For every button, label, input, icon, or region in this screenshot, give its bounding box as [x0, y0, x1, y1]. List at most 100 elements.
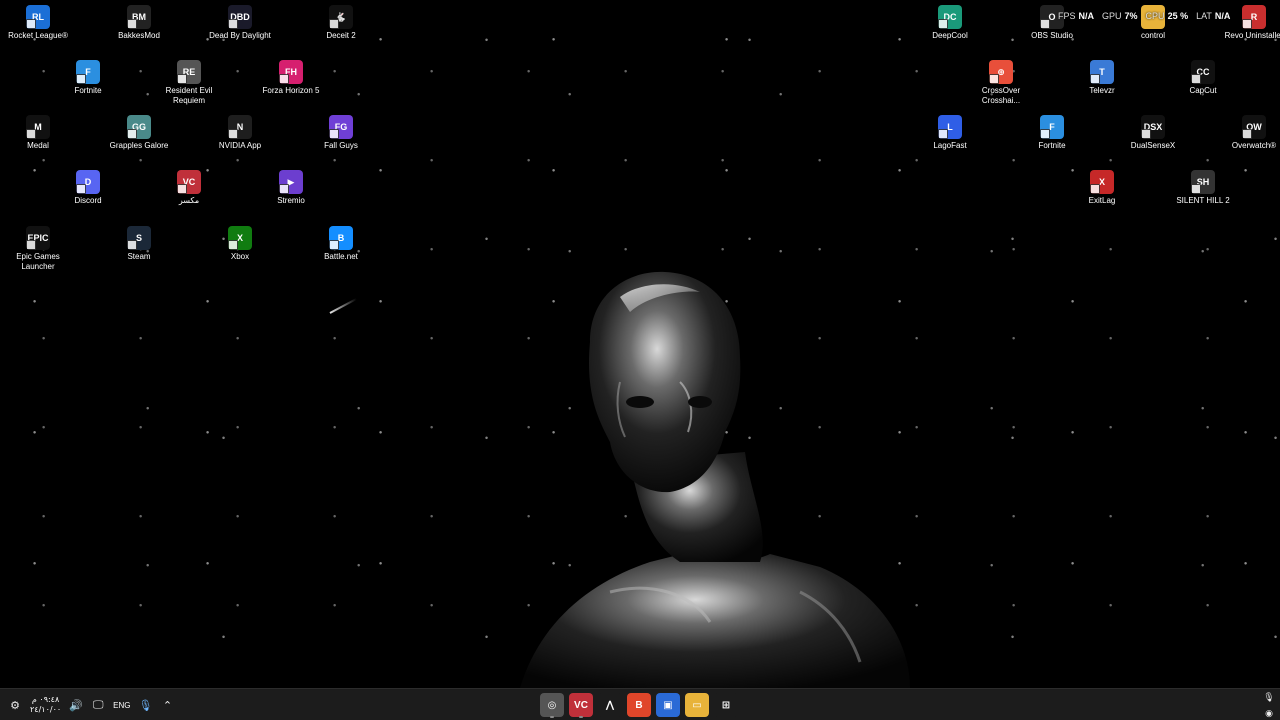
fortnite-icon: F [76, 60, 100, 84]
desktop-shortcut[interactable]: T Televzr [1065, 60, 1139, 96]
shortcut-label: Forza Horizon 5 [262, 86, 320, 95]
arrow-app-icon[interactable]: ⋀ [598, 693, 622, 717]
battlenet-icon: B [329, 226, 353, 250]
shortcut-label: Epic Games Launcher [16, 252, 60, 271]
desktop-shortcut[interactable]: M Medal [1, 115, 75, 151]
latency-readout: LAT N/A [1196, 11, 1231, 21]
taskbar: ⚙ ٠٩:٤٨ م ٢٤/١٠/٠٠ 🔊 🖵 ENG 🎙 ⌃ ◎ VC ⋀ B ▣ ▭ ⊞ … [0, 688, 1280, 720]
bakkesmod-icon: BM [127, 5, 151, 29]
start-icon[interactable]: ⊞ [714, 693, 738, 717]
tray-right: 🎙 ◉ [1262, 689, 1276, 720]
desktop-shortcut[interactable]: FG Fall Guys [304, 115, 378, 151]
file-explorer-icon[interactable]: ▭ [685, 693, 709, 717]
cpu-readout: CPU 25 % [1145, 11, 1189, 21]
stremio-icon: ▶ [279, 170, 303, 194]
language-indicator[interactable]: ENG [113, 701, 130, 710]
desktop-shortcut[interactable]: S Steam [102, 226, 176, 262]
network-icon[interactable]: 🖵 [91, 698, 105, 712]
shortcut-label: Fortnite [74, 86, 102, 95]
desktop-shortcut[interactable]: GG Grapples Galore [102, 115, 176, 151]
microphone-icon[interactable]: 🎙 [139, 698, 153, 712]
gear-icon[interactable]: ⚙ [8, 698, 22, 712]
app-glyph: VC [574, 699, 588, 711]
desktop-shortcut[interactable]: RE Resident Evil Requiem [152, 60, 226, 106]
brave-browser-icon[interactable]: B [627, 693, 651, 717]
fall-guys-icon: FG [329, 115, 353, 139]
deceit-icon: 🐇 [329, 5, 353, 29]
microsoft-store-icon[interactable]: ▣ [656, 693, 680, 717]
shortcut-label: Televzr [1089, 86, 1115, 95]
dead-by-daylight-icon: DBD [228, 5, 252, 29]
crossover-taskbar-icon[interactable]: ◎ [540, 693, 564, 718]
shortcut-label: Fall Guys [324, 141, 358, 150]
desktop-shortcut[interactable]: OW Overwatch® [1217, 115, 1280, 151]
shortcut-label: Fortnite [1038, 141, 1066, 150]
desktop-shortcut[interactable]: DSX DualSenseX [1116, 115, 1190, 151]
clock[interactable]: ٠٩:٤٨ م ٢٤/١٠/٠٠ [30, 695, 61, 715]
shortcut-label: DeepCool [932, 31, 968, 40]
desktop[interactable]: RL Rocket League® BM BakkesMod DBD Dead By Da… [0, 0, 1280, 688]
system-tray: ⚙ ٠٩:٤٨ م ٢٤/١٠/٠٠ 🔊 🖵 ENG 🎙 ⌃ [8, 689, 175, 720]
shortcut-label: OBS Studio [1031, 31, 1073, 40]
app-glyph: ⋀ [605, 699, 615, 711]
desktop-shortcut[interactable]: SH SILENT HILL 2 [1166, 170, 1240, 206]
shortcut-label: control [1140, 31, 1165, 40]
forza-icon: FH [279, 60, 303, 84]
revo-uninstaller-icon: R [1242, 5, 1266, 29]
shortcut-label: Resident Evil Requiem [165, 86, 213, 105]
fps-readout: FPS N/A [1058, 11, 1095, 21]
microphone-small-icon[interactable]: 🎙 [1262, 690, 1276, 704]
desktop-shortcut[interactable]: EPIC Epic Games Launcher [1, 226, 75, 272]
deepcool-icon: DC [938, 5, 962, 29]
shortcut-label: LagoFast [933, 141, 967, 150]
crossover-icon: ⊕ [989, 60, 1013, 84]
desktop-shortcut[interactable]: DBD Dead By Daylight [203, 5, 277, 41]
shortcut-label: DualSenseX [1130, 141, 1176, 150]
voice-changer-icon: VC [177, 170, 201, 194]
desktop-shortcut[interactable]: FH Forza Horizon 5 [254, 60, 328, 96]
chevron-up-icon[interactable]: ⌃ [161, 698, 175, 712]
desktop-shortcut[interactable]: 🐇 Deceit 2 [304, 5, 378, 41]
grapples-galore-icon: GG [127, 115, 151, 139]
app-glyph: ◎ [547, 699, 557, 711]
desktop-shortcut[interactable]: CC CapCut [1166, 60, 1240, 96]
running-indicator [550, 716, 554, 718]
desktop-shortcut[interactable]: RL Rocket League® [1, 5, 75, 41]
nvidia-icon: N [228, 115, 252, 139]
notification-icon[interactable]: ◉ [1262, 706, 1276, 720]
app-glyph: ⊞ [721, 699, 731, 711]
desktop-shortcut[interactable]: X ExitLag [1065, 170, 1139, 206]
resident-evil-icon: RE [177, 60, 201, 84]
app-glyph: ▭ [692, 699, 702, 711]
desktop-shortcut[interactable]: ⊕ CrossOver Crosshai... [964, 60, 1038, 106]
rocket-league-icon: RL [26, 5, 50, 29]
desktop-shortcut[interactable]: L LagoFast [913, 115, 987, 151]
volume-icon[interactable]: 🔊 [69, 698, 83, 712]
shortcut-label: Overwatch® [1231, 141, 1277, 150]
overwatch-icon: OW [1242, 115, 1266, 139]
desktop-shortcut[interactable]: BM BakkesMod [102, 5, 176, 41]
silent-hill-icon: SH [1191, 170, 1215, 194]
app-glyph: B [635, 699, 643, 711]
shortcut-label: Grapples Galore [109, 141, 169, 150]
desktop-shortcut[interactable]: F Fortnite [51, 60, 125, 96]
running-indicator [579, 716, 583, 718]
desktop-shortcut[interactable]: DC DeepCool [913, 5, 987, 41]
exitlag-icon: X [1090, 170, 1114, 194]
desktop-shortcut[interactable]: F Fortnite [1015, 115, 1089, 151]
desktop-shortcut[interactable]: ▶ Stremio [254, 170, 328, 206]
desktop-shortcut[interactable]: B Battle.net [304, 226, 378, 262]
desktop-shortcut[interactable]: N NVIDIA App [203, 115, 277, 151]
voice-changer-taskbar-icon[interactable]: VC [569, 693, 593, 718]
shortcut-label: Rocket League® [8, 31, 68, 40]
fortnite-icon: F [1040, 115, 1064, 139]
desktop-shortcut[interactable]: D Discord [51, 170, 125, 206]
desktop-shortcut[interactable]: VC مكسر [152, 170, 226, 206]
shortcut-label: SILENT HILL 2 [1176, 196, 1230, 205]
dualsensex-icon: DSX [1141, 115, 1165, 139]
shortcut-label: Medal [27, 141, 49, 150]
desktop-shortcut[interactable]: X Xbox [203, 226, 277, 262]
epic-games-icon: EPIC [26, 226, 50, 250]
shortcut-label: Xbox [230, 252, 250, 261]
shortcut-label: Deceit 2 [326, 31, 356, 40]
